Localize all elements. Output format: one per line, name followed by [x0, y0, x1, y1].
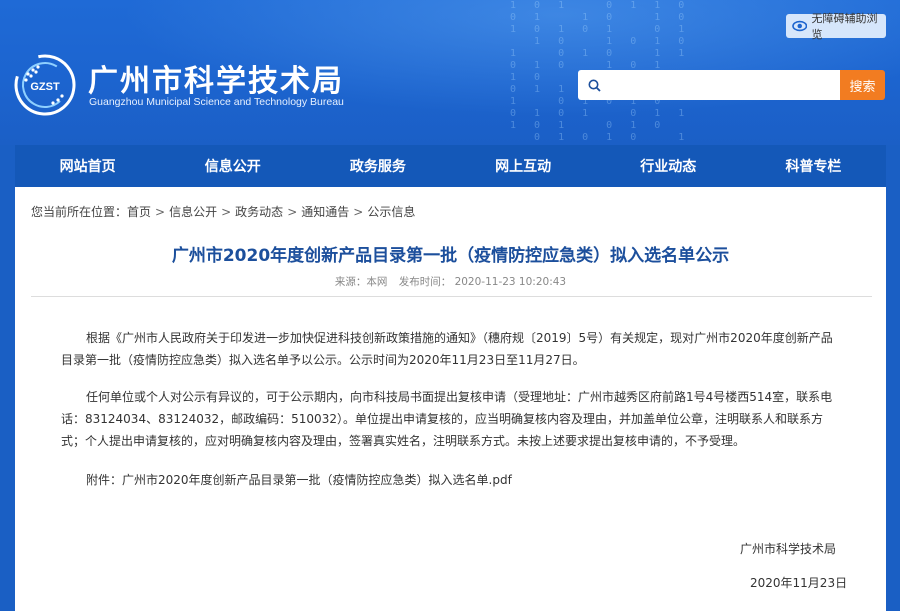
article-paragraph-1: 根据《广州市人民政府关于印发进一步加快促进科技创新政策措施的通知》（穗府规〔20…: [61, 331, 833, 367]
content-panel: 您当前所在位置：首页 > 信息公开 > 政务动态 > 通知通告 > 公示信息 广州市2020年度…: [15, 187, 886, 611]
nav-item-science-column[interactable]: 科普专栏: [741, 145, 886, 187]
accessibility-label: 无障碍辅助浏览: [811, 12, 878, 41]
breadcrumb-notices[interactable]: 通知通告: [301, 205, 349, 219]
article-meta: 来源：本网 发布时间： 2020-11-23 10:20:43: [15, 274, 886, 289]
breadcrumb-public-info[interactable]: 公示信息: [367, 205, 415, 219]
eye-icon: [792, 20, 808, 32]
attachment-link[interactable]: 附件：广州市2020年度创新产品目录第一批（疫情防控应急类）拟入选名单.pdf: [61, 469, 841, 491]
header-banner: 1 0 1 0 1 1 0 0 1 1 0 1 0 1 0 1 0 1 0 1 …: [0, 0, 900, 145]
nav-item-gov-services[interactable]: 政务服务: [305, 145, 450, 187]
accessibility-button[interactable]: 无障碍辅助浏览: [786, 12, 886, 41]
breadcrumb-gov-news[interactable]: 政务动态: [235, 205, 283, 219]
nav-item-home[interactable]: 网站首页: [15, 145, 160, 187]
breadcrumb: 您当前所在位置：首页 > 信息公开 > 政务动态 > 通知通告 > 公示信息: [31, 203, 415, 220]
search-input[interactable]: [607, 72, 840, 98]
nav-item-online-interaction[interactable]: 网上互动: [451, 145, 596, 187]
title-divider: [31, 296, 872, 297]
breadcrumb-info-disclosure[interactable]: 信息公开: [169, 205, 217, 219]
breadcrumb-separator: >: [287, 205, 298, 219]
search-box: [578, 70, 840, 100]
signature-org: 广州市科学技术局: [740, 542, 837, 556]
article-source: 来源：本网: [334, 276, 388, 288]
main-nav: 网站首页 信息公开 政务服务 网上互动 行业动态 科普专栏: [15, 145, 886, 187]
breadcrumb-separator: >: [221, 205, 232, 219]
site-subtitle: Guangzhou Municipal Science and Technolo…: [89, 96, 344, 108]
breadcrumb-home[interactable]: 首页: [127, 205, 151, 219]
signature-date: 2020年11月23日: [750, 576, 848, 590]
nav-item-info-disclosure[interactable]: 信息公开: [160, 145, 305, 187]
gzst-logo: GZST: [14, 54, 76, 116]
article-title: 广州市2020年度创新产品目录第一批（疫情防控应急类）拟入选名单公示: [171, 246, 730, 266]
breadcrumb-separator: >: [353, 205, 364, 219]
breadcrumb-separator: >: [155, 205, 166, 219]
search-button[interactable]: 搜索: [840, 70, 885, 100]
article-paragraph-2: 任何单位或个人对公示有异议的，可于公示期内，向市科技局书面提出复核申请（受理地址…: [61, 390, 833, 448]
nav-item-industry-news[interactable]: 行业动态: [596, 145, 741, 187]
search-icon: [588, 79, 601, 92]
article-time: 发布时间： 2020-11-23 10:20:43: [398, 276, 567, 288]
site-title: 广州市科学技术局: [88, 64, 344, 99]
logo-text: GZST: [30, 81, 60, 93]
breadcrumb-prefix: 您当前所在位置：: [31, 205, 128, 219]
